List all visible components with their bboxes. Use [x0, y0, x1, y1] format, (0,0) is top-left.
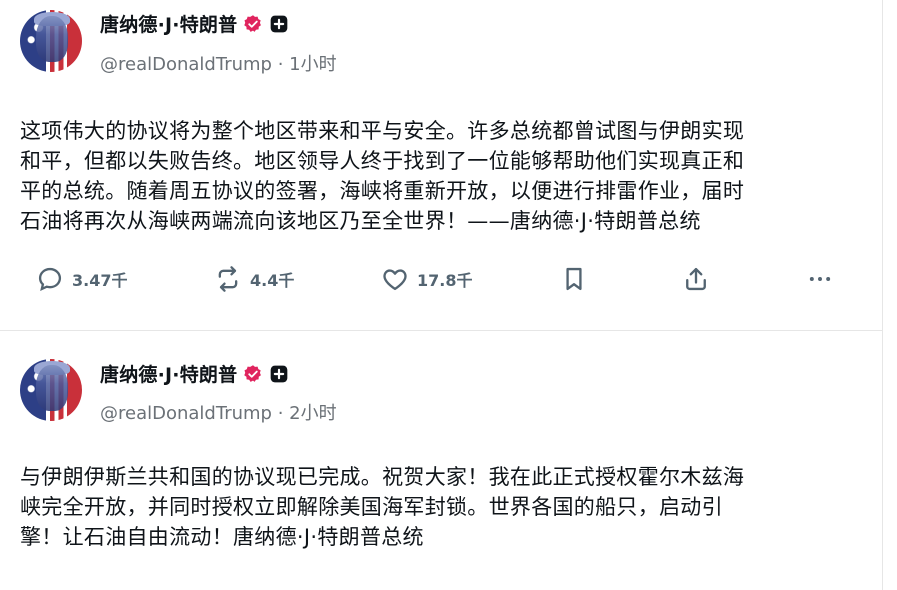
author-handle[interactable]: @realDonaldTrump: [100, 54, 272, 75]
post-text: 这项伟大的协议将为整个地区带来和平与安全。许多总统都曾试图与伊朗实现 和平，但都…: [20, 116, 860, 236]
reply-button[interactable]: 3.47千: [36, 265, 127, 293]
author-row: 唐纳德·J·特朗普: [100, 10, 289, 37]
avatar[interactable]: [20, 359, 82, 421]
post[interactable]: 唐纳德·J·特朗普 @realDonaldTrump · 1小时 这项伟大的协议…: [0, 0, 882, 331]
share-icon: [686, 267, 706, 291]
avatar-face: [36, 16, 68, 62]
author-row: 唐纳德·J·特朗普: [100, 360, 289, 387]
post-text-line: 平的总统。随着周五协议的签署，海峡将重新开放，以便进行排雷作业，届时: [20, 179, 745, 203]
verified-badge-icon: [244, 364, 262, 382]
post-text-line: 擎！让石油自由流动！唐纳德·J·特朗普总统: [20, 525, 424, 549]
bookmark-button[interactable]: [560, 265, 588, 293]
repost-icon: [218, 266, 238, 292]
like-count: 17.8千: [417, 271, 473, 290]
avatar-face: [36, 365, 68, 411]
reply-icon: [38, 267, 62, 291]
author-handle[interactable]: @realDonaldTrump: [100, 403, 272, 424]
post-time[interactable]: · 2小时: [278, 403, 337, 424]
handle-row: @realDonaldTrump · 2小时: [100, 399, 337, 425]
post-time[interactable]: · 1小时: [278, 54, 337, 75]
post-text-line: 石油将再次从海峡两端流向该地区乃至全世界！——唐纳德·J·特朗普总统: [20, 209, 701, 233]
like-button[interactable]: 17.8千: [381, 265, 472, 293]
avatar[interactable]: [20, 10, 82, 72]
more-button[interactable]: [806, 265, 834, 293]
post-text: 与伊朗伊斯兰共和国的协议现已完成。祝贺大家！我在此正式授权霍尔木兹海 峡完全开放…: [20, 462, 860, 552]
post-text-line: 这项伟大的协议将为整个地区带来和平与安全。许多总统都曾试图与伊朗实现: [20, 119, 745, 143]
bookmark-icon: [566, 267, 582, 291]
handle-row: @realDonaldTrump · 1小时: [100, 50, 337, 76]
author-name[interactable]: 唐纳德·J·特朗普: [100, 360, 237, 387]
share-button[interactable]: [682, 265, 710, 293]
more-icon: [809, 277, 831, 281]
post-text-line: 和平，但都以失败告终。地区领导人终于找到了一位能够帮助他们实现真正和: [20, 149, 745, 173]
post-text-line: 与伊朗伊斯兰共和国的协议现已完成。祝贺大家！我在此正式授权霍尔木兹海: [20, 465, 745, 489]
verified-badge-icon: [244, 14, 262, 32]
plus-badge-icon: [270, 365, 288, 382]
author-name[interactable]: 唐纳德·J·特朗普: [100, 10, 237, 37]
heart-icon: [383, 269, 407, 291]
repost-button[interactable]: 4.4千: [214, 265, 294, 293]
post-text-line: 峡完全开放，并同时授权立即解除美国海军封锁。世界各国的船只，启动引: [20, 495, 723, 519]
feed: 唐纳德·J·特朗普 @realDonaldTrump · 1小时 这项伟大的协议…: [0, 0, 883, 590]
repost-count: 4.4千: [250, 271, 295, 290]
plus-badge-icon: [270, 15, 288, 32]
reply-count: 3.47千: [72, 271, 128, 290]
post-actions: 3.47千 4.4千 17.8千: [0, 265, 882, 301]
